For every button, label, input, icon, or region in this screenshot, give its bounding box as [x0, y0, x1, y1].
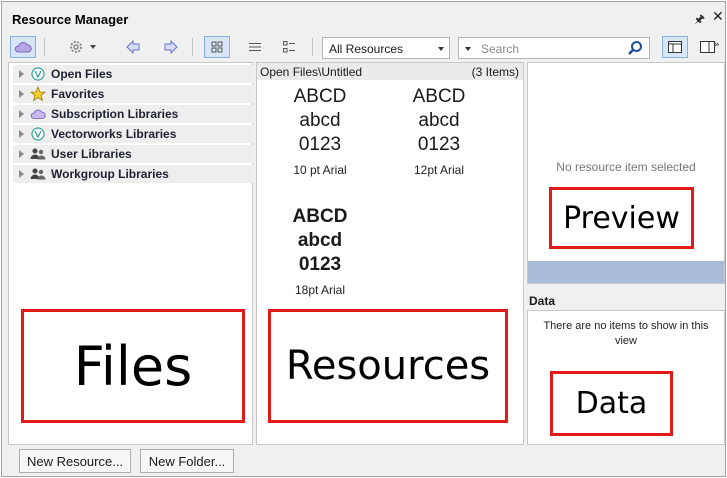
expand-triangle-icon[interactable]: [19, 90, 24, 98]
vectorworks-icon: [30, 66, 46, 82]
single-pane-icon: [668, 41, 682, 53]
thumbnail-view-icon: [211, 41, 223, 53]
new-folder-button[interactable]: New Folder...: [140, 449, 234, 473]
sample-lowercase: abcd: [297, 230, 343, 251]
sample-uppercase: ABCD: [292, 206, 348, 227]
chevron-down-icon: [90, 45, 96, 49]
data-empty-text: There are no items to show in this view: [543, 320, 709, 347]
resources-count: (3 Items): [471, 65, 519, 79]
search-icon[interactable]: [627, 40, 643, 56]
detail-view-icon: [283, 41, 295, 53]
vectorworks-icon: [30, 126, 46, 142]
files-panel: Open Files Favorites Subscription Librar…: [8, 62, 253, 445]
sample-uppercase: ABCD: [412, 86, 466, 107]
sample-digits: 0123: [298, 134, 342, 155]
resource-thumbnail-12pt-arial[interactable]: ABCD abcd 0123 12pt Arial: [384, 85, 494, 177]
detail-view-button[interactable]: [278, 36, 300, 58]
resource-thumbnail-10pt-arial[interactable]: ABCD abcd 0123 10 pt Arial: [265, 85, 375, 177]
resource-type-value: All Resources: [329, 42, 404, 56]
resource-manager-window: Resource Manager 🖈 ✕ All Resources Searc…: [1, 1, 726, 477]
preview-annotation: Preview: [549, 187, 694, 249]
chevron-down-icon: [438, 47, 444, 51]
files-annotation: Files: [21, 309, 245, 423]
thumbnail-view-button[interactable]: [204, 36, 230, 58]
resource-caption: 10 pt Arial: [293, 163, 347, 177]
tree-item-label: User Libraries: [51, 147, 132, 161]
tree-item-open-files[interactable]: Open Files: [13, 65, 253, 83]
split-pane-icon: »: [700, 40, 720, 53]
data-panel: There are no items to show in this view …: [527, 310, 725, 445]
resource-type-dropdown[interactable]: All Resources: [322, 37, 450, 59]
data-annotation: Data: [550, 371, 673, 436]
expand-triangle-icon[interactable]: [19, 130, 24, 138]
tree-item-label: Subscription Libraries: [51, 107, 179, 121]
forward-arrow-icon: [164, 40, 178, 54]
users-icon: [30, 166, 46, 182]
new-resource-button[interactable]: New Resource...: [19, 449, 131, 473]
settings-button[interactable]: [62, 36, 102, 58]
tree-item-label: Open Files: [51, 67, 113, 81]
expand-triangle-icon[interactable]: [19, 150, 24, 158]
svg-text:»: »: [714, 40, 720, 50]
expand-triangle-icon[interactable]: [19, 110, 24, 118]
search-field[interactable]: Search: [458, 37, 650, 59]
tree-item-workgroup-libraries[interactable]: Workgroup Libraries: [13, 165, 253, 183]
tree-item-label: Favorites: [51, 87, 105, 101]
sample-digits: 0123: [417, 134, 461, 155]
sample-lowercase: abcd: [418, 110, 460, 131]
chevron-down-icon[interactable]: [465, 47, 471, 51]
data-panel-title: Data: [529, 294, 556, 308]
list-view-icon: [249, 43, 261, 51]
sample-lowercase: abcd: [299, 110, 341, 131]
resources-panel: Open Files\Untitled (3 Items) ABCD abcd …: [256, 62, 524, 445]
expand-triangle-icon[interactable]: [19, 70, 24, 78]
sample-uppercase: ABCD: [293, 86, 347, 107]
preview-annotation-label: Preview: [563, 200, 680, 236]
expand-triangle-icon[interactable]: [19, 170, 24, 178]
resource-caption: 12pt Arial: [413, 163, 465, 177]
toolbar-separator: [44, 38, 45, 56]
search-placeholder: Search: [481, 42, 520, 56]
sample-digits: 0123: [298, 254, 342, 275]
window-title: Resource Manager: [12, 12, 129, 27]
tree-item-favorites[interactable]: Favorites: [13, 85, 253, 103]
toolbar: All Resources Search »: [2, 32, 725, 64]
pin-icon[interactable]: 🖈: [694, 10, 705, 31]
resources-path: Open Files\Untitled: [260, 65, 363, 79]
toolbar-separator: [192, 38, 193, 56]
tree-item-label: Workgroup Libraries: [51, 167, 169, 181]
back-button[interactable]: [122, 36, 144, 58]
resources-annotation-label: Resources: [285, 343, 491, 389]
tree-item-vectorworks-libraries[interactable]: Vectorworks Libraries: [13, 125, 253, 143]
cloud-icon: [14, 42, 32, 53]
files-annotation-label: Files: [73, 334, 193, 398]
preview-status-bar: [528, 261, 724, 283]
preview-empty-text: No resource item selected: [556, 160, 696, 174]
tree-item-subscription-libraries[interactable]: Subscription Libraries: [13, 105, 253, 123]
preview-panel: No resource item selected Preview: [527, 62, 725, 284]
list-view-button[interactable]: [244, 36, 266, 58]
cloud-icon: [30, 106, 46, 122]
cloud-button[interactable]: [10, 36, 36, 58]
tree-item-user-libraries[interactable]: User Libraries: [13, 145, 253, 163]
back-arrow-icon: [126, 40, 140, 54]
resource-caption: 18pt Arial: [294, 283, 346, 297]
resources-annotation: Resources: [268, 309, 508, 423]
resources-header: Open Files\Untitled (3 Items): [257, 63, 523, 80]
users-icon: [30, 146, 46, 162]
split-pane-button[interactable]: »: [698, 36, 724, 58]
tree-item-label: Vectorworks Libraries: [51, 127, 177, 141]
forward-button[interactable]: [160, 36, 182, 58]
gear-icon: [70, 41, 82, 53]
title-bar: Resource Manager 🖈 ✕: [2, 2, 725, 32]
close-icon[interactable]: ✕: [712, 8, 724, 25]
single-pane-button[interactable]: [662, 36, 688, 58]
data-annotation-label: Data: [575, 386, 648, 421]
toolbar-separator: [312, 38, 313, 56]
resource-thumbnail-18pt-arial[interactable]: ABCD abcd 0123 18pt Arial: [265, 205, 375, 297]
star-icon: [30, 86, 46, 102]
